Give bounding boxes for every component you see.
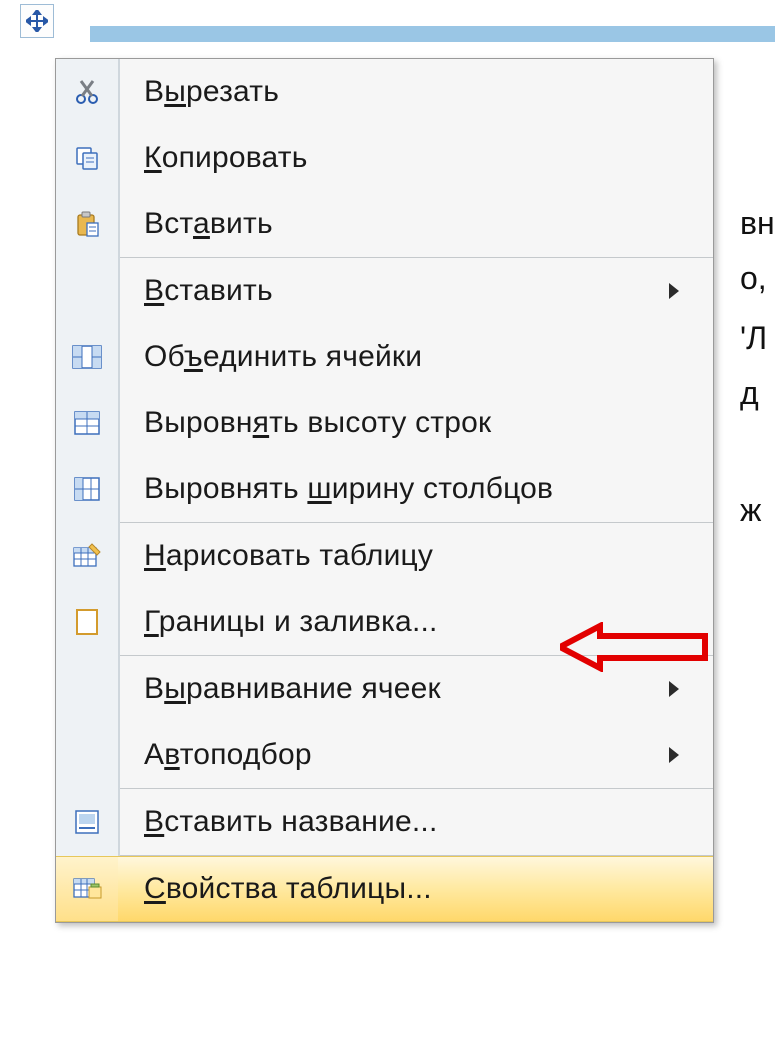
distribute-rows-icon	[73, 410, 101, 436]
menu-item-merge-cells[interactable]: Объединить ячейки	[56, 324, 713, 390]
menu-item-label: Вставить название...	[144, 805, 437, 839]
move-icon	[26, 10, 48, 32]
menu-item-label: Границы и заливка...	[144, 605, 438, 639]
menu-item-label: Вырезать	[144, 75, 279, 109]
menu-item-insert[interactable]: Вставить	[56, 258, 713, 324]
table-move-handle[interactable]	[20, 4, 54, 38]
borders-shading-icon	[74, 607, 100, 637]
menu-item-label: Свойства таблицы...	[144, 872, 432, 906]
menu-item-label: Нарисовать таблицу	[144, 539, 433, 573]
merge-cells-icon	[72, 345, 102, 369]
menu-item-cut[interactable]: Вырезать	[56, 59, 713, 125]
table-properties-icon	[72, 875, 102, 903]
bg-text: о,	[740, 260, 767, 297]
submenu-arrow-icon	[669, 747, 679, 763]
menu-item-label: Выравнивание ячеек	[144, 672, 441, 706]
menu-item-label: Объединить ячейки	[144, 340, 422, 374]
draw-table-icon	[72, 542, 102, 570]
menu-item-copy[interactable]: Копировать	[56, 125, 713, 191]
bg-text: 'Л	[740, 320, 767, 357]
submenu-arrow-icon	[669, 681, 679, 697]
menu-item-insert-caption[interactable]: Вставить название...	[56, 789, 713, 855]
bg-text: ж	[740, 492, 761, 529]
submenu-arrow-icon	[669, 283, 679, 299]
bg-text: д	[740, 375, 759, 412]
bg-text: вн	[740, 205, 775, 242]
menu-item-table-properties[interactable]: Свойства таблицы...	[56, 856, 713, 922]
cut-icon	[73, 78, 101, 106]
menu-item-distribute-rows[interactable]: Выровнять высоту строк	[56, 390, 713, 456]
paste-icon	[73, 210, 101, 238]
menu-item-label: Автоподбор	[144, 738, 312, 772]
menu-item-label: Вставить	[144, 274, 273, 308]
distribute-columns-icon	[73, 476, 101, 502]
menu-item-paste[interactable]: Вставить	[56, 191, 713, 257]
menu-item-label: Выровнять высоту строк	[144, 406, 491, 440]
caption-icon	[73, 808, 101, 836]
context-menu: Вырезать Копировать	[55, 58, 714, 923]
menu-item-label: Копировать	[144, 141, 308, 175]
callout-arrow	[560, 622, 710, 672]
copy-icon	[73, 144, 101, 172]
menu-item-distribute-columns[interactable]: Выровнять ширину столбцов	[56, 456, 713, 522]
table-selection-bar	[90, 26, 775, 42]
menu-item-label: Вставить	[144, 207, 273, 241]
menu-item-autofit[interactable]: Автоподбор	[56, 722, 713, 788]
menu-item-draw-table[interactable]: Нарисовать таблицу	[56, 523, 713, 589]
menu-item-label: Выровнять ширину столбцов	[144, 472, 553, 506]
